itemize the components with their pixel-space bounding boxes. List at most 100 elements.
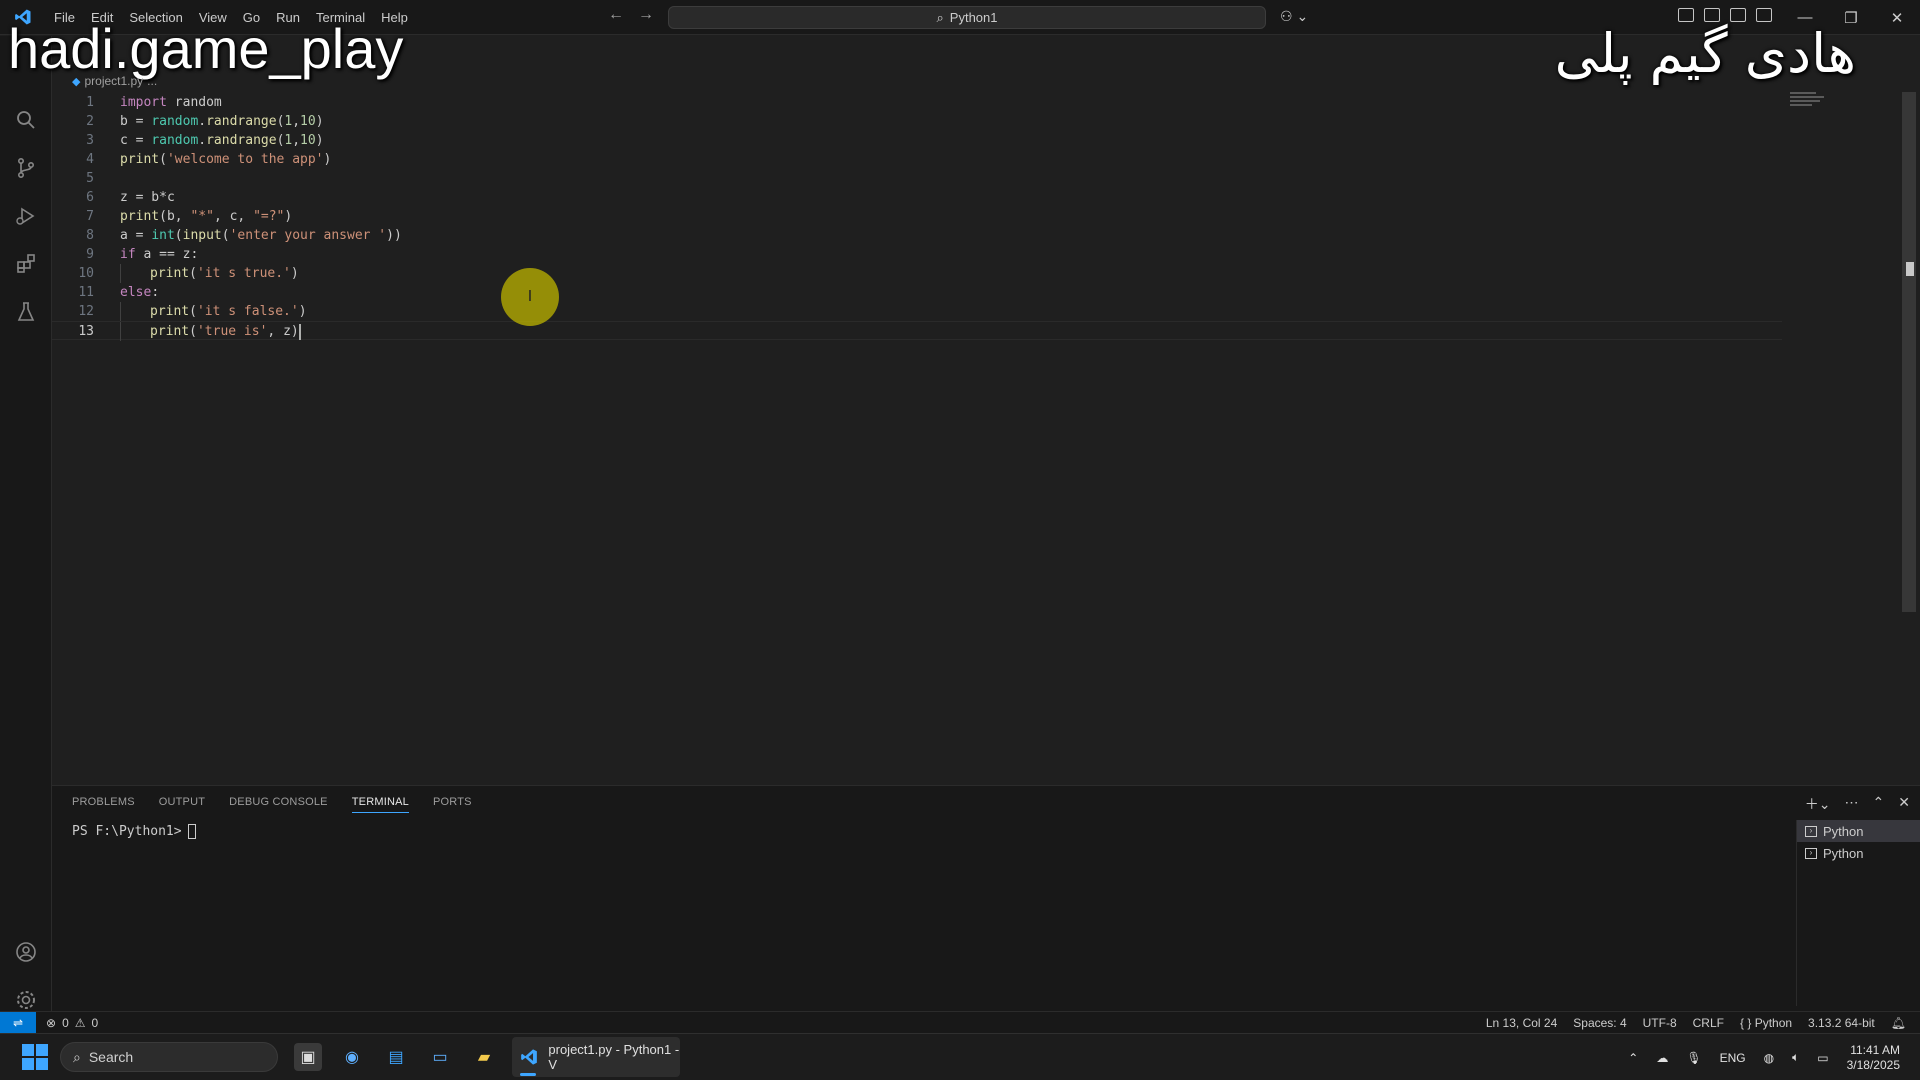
taskbar-app-label: project1.py - Python1 - V bbox=[548, 1042, 680, 1072]
error-count: 0 bbox=[62, 1015, 69, 1030]
maximize-panel-icon[interactable]: ⌃ bbox=[1873, 794, 1885, 814]
terminal-item[interactable]: › Python bbox=[1797, 820, 1920, 842]
task-view-icon[interactable]: ▣ bbox=[294, 1043, 322, 1071]
code-token: . bbox=[198, 114, 207, 129]
chevron-up-icon[interactable]: ⌃ bbox=[1628, 1051, 1638, 1065]
code-token: else bbox=[120, 285, 152, 300]
text-cursor-icon: I bbox=[527, 288, 533, 305]
battery-icon[interactable]: ▭ bbox=[1817, 1051, 1828, 1065]
copilot-icon[interactable]: ⚇ ⌄ bbox=[1280, 8, 1308, 25]
python-file-icon: ◆ bbox=[72, 75, 81, 88]
clock[interactable]: 11:41 AM 3/18/2025 bbox=[1847, 1043, 1900, 1073]
search-icon[interactable] bbox=[12, 106, 40, 134]
activity-bar bbox=[0, 36, 52, 1011]
back-arrow-icon[interactable]: ← bbox=[608, 6, 624, 24]
code-token: : bbox=[151, 285, 160, 300]
encoding[interactable]: UTF-8 bbox=[1643, 1016, 1677, 1030]
code-line: 6 z = b*c bbox=[52, 188, 1782, 207]
testing-icon[interactable] bbox=[12, 298, 40, 326]
windows-start-icon[interactable] bbox=[22, 1044, 48, 1070]
terminal-item[interactable]: › Python bbox=[1797, 842, 1920, 864]
clock-time: 11:41 AM bbox=[1850, 1042, 1900, 1057]
breadcrumb-file[interactable]: project1.py bbox=[84, 74, 143, 88]
code-editor[interactable]: 1 import random 2 b = random.randrange(1… bbox=[52, 90, 1920, 785]
onedrive-icon[interactable]: ☁ bbox=[1656, 1051, 1668, 1065]
code-token: random bbox=[151, 114, 199, 129]
microphone-icon[interactable]: 🎙︎ bbox=[1686, 1051, 1701, 1065]
forward-arrow-icon[interactable]: → bbox=[638, 6, 654, 24]
code-token: 'it s false.' bbox=[196, 304, 299, 319]
code-token: ( bbox=[221, 228, 230, 243]
scrollbar-position-marker bbox=[1906, 262, 1914, 276]
more-actions-icon[interactable]: ⋯ bbox=[1845, 794, 1859, 814]
tab-problems[interactable]: PROBLEMS bbox=[72, 796, 135, 813]
terminal-output[interactable]: PS F:\Python1> bbox=[72, 824, 196, 839]
indentation[interactable]: Spaces: 4 bbox=[1573, 1016, 1626, 1030]
code-token: ( bbox=[189, 266, 197, 281]
code-token: print bbox=[150, 304, 190, 319]
command-center-label: Python1 bbox=[949, 10, 998, 25]
accounts-icon[interactable] bbox=[12, 938, 40, 966]
tab-output[interactable]: OUTPUT bbox=[159, 796, 205, 813]
bell-icon[interactable]: 🔔︎ bbox=[1891, 1016, 1906, 1030]
code-line: 1 import random bbox=[52, 93, 1782, 112]
customize-layout-icon[interactable] bbox=[1678, 8, 1694, 22]
cursor-position[interactable]: Ln 13, Col 24 bbox=[1486, 1016, 1557, 1030]
close-icon[interactable]: ✕ bbox=[1874, 0, 1920, 35]
terminal-prompt: PS F:\Python1> bbox=[72, 824, 182, 839]
breadcrumb-more[interactable]: ... bbox=[147, 74, 157, 88]
python-interpreter[interactable]: 3.13.2 64-bit bbox=[1808, 1016, 1875, 1030]
remote-desktop-icon[interactable]: ▭ bbox=[426, 1043, 454, 1071]
code-token: 10 bbox=[300, 133, 316, 148]
code-token: c = bbox=[120, 133, 152, 148]
taskbar-search[interactable]: ⌕ Search bbox=[60, 1042, 278, 1072]
extensions-icon[interactable] bbox=[12, 250, 40, 278]
code-token: 'welcome to the app' bbox=[166, 152, 324, 167]
copilot-app-icon[interactable]: ◉ bbox=[338, 1043, 366, 1071]
vscode-icon bbox=[521, 1049, 537, 1065]
code-line: 9 if a == z: bbox=[52, 245, 1782, 264]
editor-scrollbar[interactable] bbox=[1902, 92, 1916, 612]
mouse-cursor-highlight: I bbox=[501, 268, 559, 326]
toggle-secondary-sidebar-icon[interactable] bbox=[1756, 8, 1772, 22]
minimap-line bbox=[1790, 96, 1824, 98]
new-terminal-icon[interactable]: ＋⌄ bbox=[1805, 794, 1831, 814]
network-icon[interactable]: ◍ bbox=[1764, 1051, 1774, 1065]
tab-terminal[interactable]: TERMINAL bbox=[351, 796, 409, 813]
minimap[interactable] bbox=[1790, 92, 1830, 116]
toggle-primary-sidebar-icon[interactable] bbox=[1704, 8, 1720, 22]
code-token: randrange bbox=[206, 114, 277, 129]
navigation-arrows: ← → bbox=[608, 6, 654, 24]
code-token: ( bbox=[189, 324, 197, 339]
close-panel-icon[interactable]: ✕ bbox=[1898, 794, 1910, 814]
code-line: 4 print('welcome to the app') bbox=[52, 150, 1782, 169]
run-debug-icon[interactable] bbox=[12, 202, 40, 230]
line-number: 12 bbox=[78, 304, 94, 319]
code-token: , bbox=[292, 133, 301, 148]
end-of-line[interactable]: CRLF bbox=[1693, 1016, 1724, 1030]
remote-icon[interactable]: ⇌ bbox=[0, 1011, 36, 1034]
file-explorer-icon[interactable]: ▰ bbox=[470, 1043, 498, 1071]
warning-count: 0 bbox=[91, 1015, 99, 1030]
tab-ports[interactable]: PORTS bbox=[433, 796, 472, 813]
gear-icon[interactable] bbox=[12, 986, 40, 1014]
line-number: 1 bbox=[86, 95, 94, 110]
tab-debug-console[interactable]: DEBUG CONSOLE bbox=[229, 796, 328, 813]
taskbar-vscode-app[interactable]: project1.py - Python1 - V bbox=[512, 1037, 680, 1077]
code-line: 5 bbox=[52, 169, 1782, 188]
command-center[interactable]: ⌕ Python1 bbox=[668, 6, 1266, 29]
terminal-icon: › bbox=[1805, 847, 1817, 859]
problems-status[interactable]: ⊗ 0 ⚠ 0 bbox=[46, 1016, 98, 1030]
store-icon[interactable]: ▤ bbox=[382, 1043, 410, 1071]
indent-guide bbox=[120, 302, 121, 321]
input-language[interactable]: ENG bbox=[1720, 1051, 1746, 1065]
code-line: 7 print(b, "*", c, "=?") bbox=[52, 207, 1782, 226]
code-token: 'true is' bbox=[196, 324, 268, 339]
language-mode[interactable]: { } Python bbox=[1740, 1016, 1792, 1030]
watermark-left: hadi.game_play bbox=[8, 17, 404, 80]
code-line: 3 c = random.randrange(1,10) bbox=[52, 131, 1782, 150]
toggle-panel-icon[interactable] bbox=[1730, 8, 1746, 22]
code-token: )) bbox=[386, 228, 402, 243]
volume-icon[interactable]: 🔈︎ bbox=[1792, 1050, 1799, 1065]
source-control-icon[interactable] bbox=[12, 154, 40, 182]
